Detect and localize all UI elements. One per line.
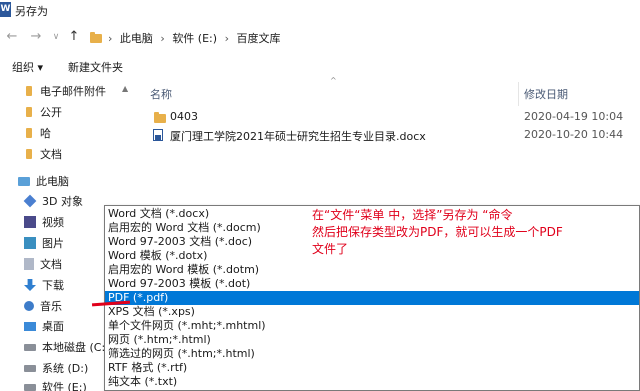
sidebar-item-docs-quick[interactable]: 文档 <box>24 145 62 163</box>
sidebar-item-label: 公开 <box>40 106 62 119</box>
list-item[interactable]: 厦门理工学院2021年硕士研究生招生专业目录.docx 2020-10-20 1… <box>140 126 640 144</box>
column-header-date[interactable]: 修改日期 <box>524 86 568 102</box>
file-date: 2020-04-19 10:04 <box>524 110 624 123</box>
drive-icon <box>24 364 36 372</box>
sidebar-item-documents[interactable]: 文档 <box>24 255 62 273</box>
option-html[interactable]: 网页 (*.htm;*.html) <box>105 333 639 347</box>
sidebar-item-drive-c[interactable]: 本地磁盘 (C:) <box>24 338 109 356</box>
window-title: 另存为 <box>15 5 48 18</box>
title-bar: W 另存为 <box>0 0 640 20</box>
navigation-pane: 电子邮件附件 公开 哈 文档 此电脑 3D 对象 视频 图片 文档 下载 音乐 … <box>0 80 120 391</box>
file-date: 2020-10-20 10:44 <box>524 128 624 141</box>
scroll-up-arrow-icon[interactable]: ▲ <box>122 84 128 93</box>
sidebar-item-videos[interactable]: 视频 <box>24 213 64 231</box>
sidebar-item-label: 视频 <box>42 216 64 229</box>
pin-folder-icon <box>26 149 32 159</box>
sidebar-item-label: 文档 <box>40 148 62 161</box>
sidebar-item-downloads[interactable]: 下载 <box>24 276 64 294</box>
column-header-name[interactable]: 名称 <box>150 86 172 102</box>
documents-icon <box>24 258 34 270</box>
sidebar-item-label: 电子邮件附件 <box>40 85 106 98</box>
navigation-row: ← → ∨ ↑ › 此电脑 › 软件 (E:) › 百度文库 <box>0 24 640 50</box>
file-list: ^ 名称 修改日期 0403 2020-04-19 10:04 厦门理工学院20… <box>140 76 640 210</box>
up-arrow-icon[interactable]: ↑ <box>66 29 82 45</box>
sidebar-item-pictures[interactable]: 图片 <box>24 234 64 252</box>
address-bar[interactable]: › 此电脑 › 软件 (E:) › 百度文库 <box>86 26 640 48</box>
column-divider[interactable] <box>518 82 519 106</box>
sidebar-item-attachments[interactable]: 电子邮件附件 <box>24 82 106 100</box>
sidebar-item-public[interactable]: 公开 <box>24 103 62 121</box>
sidebar-item-music[interactable]: 音乐 <box>24 297 62 315</box>
pin-folder-icon <box>26 86 32 96</box>
drive-icon <box>24 343 36 351</box>
annotation-line: 在“文件“菜单 中，选择”另存为 “命令 <box>312 208 513 222</box>
list-item[interactable]: 0403 2020-04-19 10:04 <box>140 108 640 126</box>
sidebar-item-label: 文档 <box>40 258 62 271</box>
file-name: 0403 <box>170 110 198 123</box>
option-rtf[interactable]: RTF 格式 (*.rtf) <box>105 361 639 375</box>
option-dotm[interactable]: 启用宏的 Word 模板 (*.dotm) <box>105 263 639 277</box>
sidebar-item-label: 下载 <box>42 279 64 292</box>
sidebar-item-label: 哈 <box>40 127 51 140</box>
forward-arrow-icon[interactable]: → <box>28 29 44 45</box>
desktop-icon <box>24 321 36 331</box>
breadcrumb-item[interactable]: 此电脑 <box>120 32 153 45</box>
folder-icon <box>90 32 102 43</box>
option-txt[interactable]: 纯文本 (*.txt) <box>105 375 639 389</box>
sidebar-item-label: 3D 对象 <box>42 195 83 208</box>
breadcrumb-separator: › <box>108 32 113 45</box>
sidebar-item-label: 此电脑 <box>36 175 69 188</box>
annotation-line: 然后把保存类型改为PDF，就可以生成一个PDF <box>312 225 563 239</box>
sidebar-item-label: 桌面 <box>42 320 64 333</box>
option-pdf[interactable]: PDF (*.pdf) <box>105 291 639 305</box>
breadcrumb-item[interactable]: 软件 (E:) <box>172 32 217 45</box>
breadcrumb-separator: › <box>224 32 229 45</box>
pin-folder-icon <box>26 107 32 117</box>
breadcrumb: › 此电脑 › 软件 (E:) › 百度文库 <box>108 30 284 46</box>
sidebar-item-ha[interactable]: 哈 <box>24 124 51 142</box>
sidebar-item-label: 系统 (D:) <box>42 362 89 375</box>
option-dot[interactable]: Word 97-2003 模板 (*.dot) <box>105 277 639 291</box>
music-icon <box>24 301 34 311</box>
sidebar-item-desktop[interactable]: 桌面 <box>24 317 64 335</box>
drive-icon <box>24 383 36 391</box>
breadcrumb-item[interactable]: 百度文库 <box>236 32 280 45</box>
back-arrow-icon[interactable]: ← <box>4 29 20 45</box>
computer-icon <box>18 176 30 186</box>
annotation-note: 在“文件“菜单 中，选择”另存为 “命令 然后把保存类型改为PDF，就可以生成一… <box>312 207 632 258</box>
organize-button[interactable]: 组织 ▾ <box>12 59 43 75</box>
recent-dropdown-icon[interactable]: ∨ <box>48 29 64 45</box>
download-icon <box>24 279 36 291</box>
sidebar-item-3d[interactable]: 3D 对象 <box>23 192 83 210</box>
sidebar-item-label: 图片 <box>42 237 64 250</box>
toolbar: 组织 ▾ 新建文件夹 <box>0 54 640 78</box>
sidebar-item-drive-e[interactable]: 软件 (E:) <box>24 378 87 391</box>
pictures-icon <box>24 237 36 249</box>
option-xps[interactable]: XPS 文档 (*.xps) <box>105 305 639 319</box>
folder-icon <box>154 112 166 123</box>
option-filtered-html[interactable]: 筛选过的网页 (*.htm;*.html) <box>105 347 639 361</box>
annotation-line: 文件了 <box>312 242 349 256</box>
sidebar-item-this-pc[interactable]: 此电脑 <box>18 172 69 190</box>
sort-caret-icon: ^ <box>330 76 337 85</box>
option-mhtml[interactable]: 单个文件网页 (*.mht;*.mhtml) <box>105 319 639 333</box>
file-name: 厦门理工学院2021年硕士研究生招生专业目录.docx <box>170 130 426 143</box>
sidebar-item-label: 软件 (E:) <box>42 381 87 391</box>
new-folder-button[interactable]: 新建文件夹 <box>68 59 123 75</box>
pin-folder-icon <box>26 128 32 138</box>
save-as-dialog: W 另存为 ← → ∨ ↑ › 此电脑 › 软件 (E:) › 百度文库 组织 … <box>0 0 640 391</box>
3d-objects-icon <box>23 194 37 208</box>
breadcrumb-separator: › <box>160 32 165 45</box>
sidebar-item-label: 音乐 <box>40 300 62 313</box>
sidebar-item-drive-d[interactable]: 系统 (D:) <box>24 359 88 377</box>
sidebar-item-label: 本地磁盘 (C:) <box>42 341 110 354</box>
word-app-icon: W <box>0 2 11 17</box>
word-document-icon <box>153 129 163 141</box>
video-icon <box>24 216 36 228</box>
